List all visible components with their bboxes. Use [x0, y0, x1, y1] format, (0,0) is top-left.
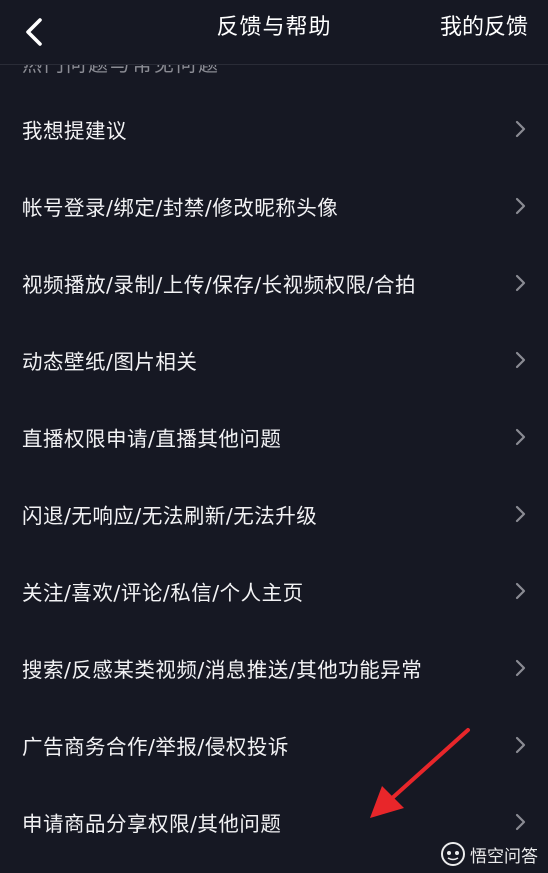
chevron-right-icon: [515, 736, 526, 753]
chevron-right-icon: [515, 274, 526, 291]
list-item-label: 广告商务合作/举报/侵权投诉: [22, 734, 289, 759]
chevron-right-icon: [515, 351, 526, 368]
watermark-text: 悟空问答: [470, 846, 538, 867]
list-item-label: 申请商品分享权限/其他问题: [22, 811, 282, 836]
chevron-right-icon: [515, 120, 526, 137]
list-item-label: 视频播放/录制/上传/保存/长视频权限/合拍: [22, 272, 417, 297]
chevron-right-icon: [515, 428, 526, 445]
list-item-label: 搜索/反感某类视频/消息推送/其他功能异常: [22, 657, 423, 682]
watermark: 悟空问答: [440, 841, 538, 867]
list-item-suggestion[interactable]: 我想提建议: [0, 90, 548, 167]
top-navigation-bar: 反馈与帮助 我的反馈: [0, 0, 548, 65]
chevron-left-icon: [26, 18, 42, 46]
help-topic-list: 我想提建议 帐号登录/绑定/封禁/修改昵称头像 视频播放/录制/上传/保存/长视…: [0, 90, 548, 860]
wukong-logo-icon: [441, 842, 465, 866]
chevron-right-icon: [515, 659, 526, 676]
list-item-video[interactable]: 视频播放/录制/上传/保存/长视频权限/合拍: [0, 244, 548, 321]
chevron-right-icon: [515, 505, 526, 522]
back-button[interactable]: [14, 12, 54, 52]
my-feedback-link[interactable]: 我的反馈: [440, 0, 528, 56]
list-item-label: 关注/喜欢/评论/私信/个人主页: [22, 580, 304, 605]
list-item-search[interactable]: 搜索/反感某类视频/消息推送/其他功能异常: [0, 629, 548, 706]
list-item-label: 我想提建议: [22, 118, 127, 143]
list-item-crash[interactable]: 闪退/无响应/无法刷新/无法升级: [0, 475, 548, 552]
list-item-label: 动态壁纸/图片相关: [22, 349, 198, 374]
chevron-right-icon: [515, 197, 526, 214]
list-item-wallpaper[interactable]: 动态壁纸/图片相关: [0, 321, 548, 398]
list-item-account[interactable]: 帐号登录/绑定/封禁/修改昵称头像: [0, 167, 548, 244]
chevron-right-icon: [515, 813, 526, 830]
chevron-right-icon: [515, 582, 526, 599]
list-item-label: 直播权限申请/直播其他问题: [22, 426, 282, 451]
list-item-social[interactable]: 关注/喜欢/评论/私信/个人主页: [0, 552, 548, 629]
list-item-label: 闪退/无响应/无法刷新/无法升级: [22, 503, 318, 528]
list-item-live[interactable]: 直播权限申请/直播其他问题: [0, 398, 548, 475]
list-item-label: 帐号登录/绑定/封禁/修改昵称头像: [22, 195, 339, 220]
list-item-ads-report[interactable]: 广告商务合作/举报/侵权投诉: [0, 706, 548, 783]
